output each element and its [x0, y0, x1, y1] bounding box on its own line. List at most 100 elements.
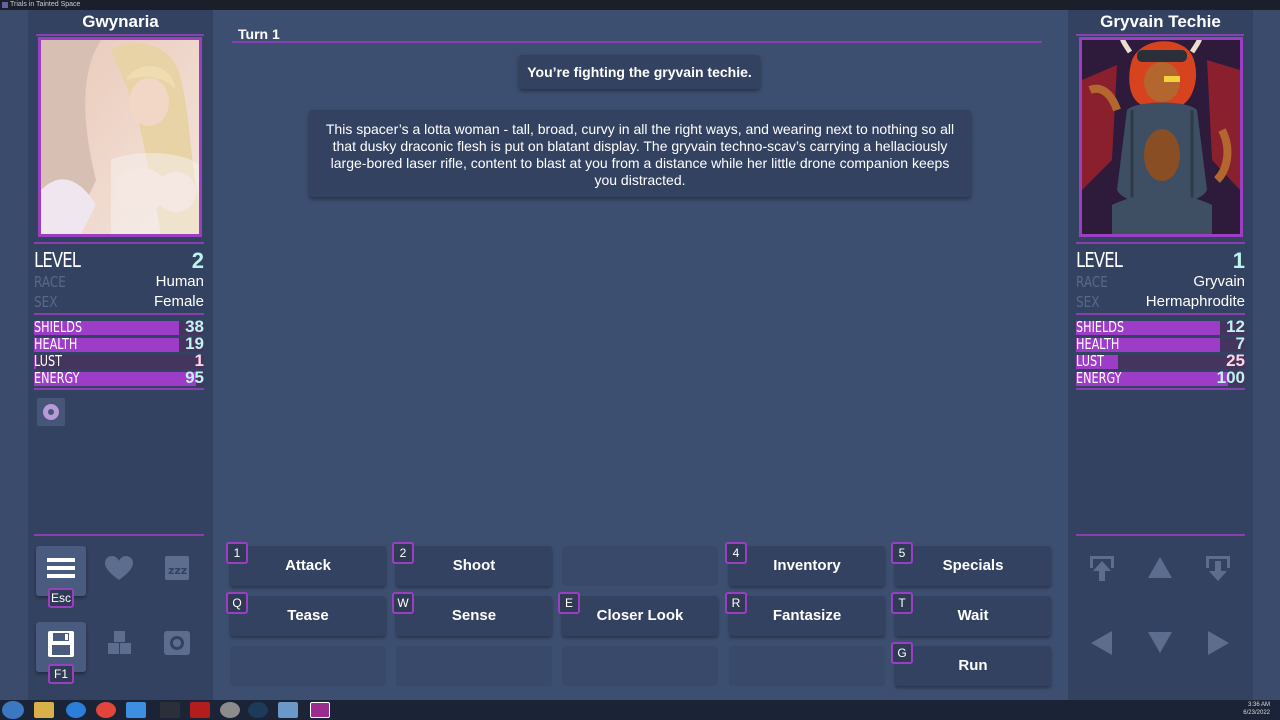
- flash-icon[interactable]: [190, 702, 210, 718]
- f1-hotkey: F1: [48, 664, 74, 684]
- descend-button[interactable]: [1193, 544, 1243, 594]
- turn-counter: Turn 1: [238, 26, 280, 42]
- status-effect-button[interactable]: [37, 398, 65, 426]
- hotkey-badge: W: [392, 592, 414, 614]
- action-button-closer-look[interactable]: Closer Look: [562, 596, 718, 636]
- action-button-tease[interactable]: Tease: [230, 596, 386, 636]
- player-shields-bar: SHIELDS 38: [34, 317, 204, 336]
- action-button-sense[interactable]: Sense: [396, 596, 552, 636]
- stat-value: 95: [185, 368, 204, 387]
- upload-arrow-icon: [1090, 556, 1114, 581]
- action-button-run[interactable]: Run: [895, 646, 1051, 686]
- start-button[interactable]: [2, 701, 24, 719]
- action-button-inventory[interactable]: Inventory: [729, 546, 885, 586]
- right-margin: [1253, 10, 1280, 700]
- player-sex: Female: [153, 293, 204, 310]
- hotkey-badge: G: [891, 642, 913, 664]
- enemy-energy-bar: ENERGY 100: [1076, 368, 1245, 387]
- divider: [1076, 534, 1245, 536]
- combat-headline: You’re fighting the gryvain techie.: [519, 55, 760, 89]
- download-arrow-icon: [1206, 556, 1230, 581]
- triangle-down-icon: [1148, 632, 1172, 653]
- folder-icon[interactable]: [34, 702, 54, 718]
- game-taskbar-icon[interactable]: [310, 702, 330, 718]
- move-east-button[interactable]: [1193, 618, 1243, 668]
- heart-icon: [105, 556, 133, 580]
- network-icon[interactable]: [278, 702, 298, 718]
- svg-text:zzz: zzz: [168, 564, 187, 577]
- enemy-panel: Gryvain Techie LEVEL 1 RACE Gryvain SEX …: [1068, 10, 1253, 700]
- appearance-button[interactable]: [94, 546, 144, 596]
- turn-divider: [232, 41, 1042, 43]
- chrome-icon[interactable]: [96, 702, 116, 718]
- stat-label: LUST: [1076, 352, 1104, 370]
- terminal-icon[interactable]: [160, 702, 180, 718]
- game-window: Trials in Tainted Space Gwynaria LEVEL 2…: [0, 0, 1280, 720]
- stat-label: LUST: [34, 352, 62, 370]
- player-energy-bar: ENERGY 95: [34, 368, 204, 387]
- ascend-button[interactable]: [1077, 544, 1127, 594]
- action-button-fantasize[interactable]: Fantasize: [729, 596, 885, 636]
- stat-label: HEALTH: [1076, 335, 1120, 353]
- enemy-race: Gryvain: [1193, 273, 1245, 290]
- race-label: RACE: [34, 273, 66, 291]
- enemy-description: This spacer’s a lotta woman - tall, broa…: [309, 110, 971, 197]
- triangle-up-icon: [1148, 557, 1172, 578]
- action-label: Shoot: [452, 557, 496, 574]
- move-west-button[interactable]: [1077, 618, 1127, 668]
- hotkey-badge: T: [891, 592, 913, 614]
- divider: [36, 34, 204, 36]
- clock-time: 3:36 AM: [1247, 702, 1270, 708]
- app-icon: [2, 2, 8, 8]
- race-label: RACE: [1076, 273, 1108, 291]
- move-south-button[interactable]: [1135, 618, 1185, 668]
- hotkey-badge: E: [558, 592, 580, 614]
- action-label: Closer Look: [596, 607, 684, 624]
- divider: [1076, 242, 1245, 244]
- move-north-button[interactable]: [1135, 544, 1185, 594]
- action-button-wait[interactable]: Wait: [895, 596, 1051, 636]
- level-label: LEVEL: [1076, 248, 1123, 272]
- action-label: Specials: [942, 557, 1004, 574]
- system-clock: 3:36 AM 6/23/2022: [1243, 701, 1270, 717]
- tool-icon[interactable]: [220, 702, 240, 718]
- window-titlebar: Trials in Tainted Space: [0, 0, 1280, 10]
- enemy-portrait[interactable]: [1079, 37, 1243, 237]
- stat-label: HEALTH: [34, 335, 78, 353]
- player-sex-row: SEX Female: [34, 293, 204, 311]
- action-button-shoot[interactable]: Shoot: [396, 546, 552, 586]
- steam-icon[interactable]: [248, 702, 268, 718]
- ie-icon[interactable]: [66, 702, 86, 718]
- os-taskbar: 3:36 AM 6/23/2022: [0, 700, 1280, 720]
- stat-label: ENERGY: [1076, 369, 1122, 387]
- sex-label: SEX: [1076, 293, 1100, 311]
- camera-button[interactable]: [152, 620, 202, 670]
- hotkey-badge: R: [725, 592, 747, 614]
- enemy-level-row: LEVEL 1: [1076, 248, 1245, 274]
- app-icon[interactable]: [126, 702, 146, 718]
- player-level-row: LEVEL 2: [34, 248, 204, 274]
- perks-button[interactable]: [94, 620, 144, 670]
- enemy-sex-row: SEX Hermaphrodite: [1076, 293, 1245, 311]
- divider: [1076, 313, 1245, 315]
- rest-button[interactable]: zzz: [152, 546, 202, 596]
- camera-icon: [164, 631, 190, 655]
- player-portrait[interactable]: [38, 37, 202, 237]
- hotkey-badge: Q: [226, 592, 248, 614]
- action-button-specials[interactable]: Specials: [895, 546, 1051, 586]
- player-portrait-image: [41, 40, 199, 234]
- window-title: Trials in Tainted Space: [10, 1, 81, 8]
- action-button-attack[interactable]: Attack: [230, 546, 386, 586]
- player-race-row: RACE Human: [34, 273, 204, 291]
- empty-action-slot: [230, 646, 386, 686]
- hotkey-badge: 1: [226, 542, 248, 564]
- enemy-portrait-image: [1082, 40, 1240, 234]
- empty-action-slot: [562, 646, 718, 686]
- stat-label: ENERGY: [34, 369, 80, 387]
- action-label: Attack: [285, 557, 331, 574]
- action-label: Inventory: [773, 557, 841, 574]
- clock-date: 6/23/2022: [1243, 710, 1270, 716]
- esc-hotkey: Esc: [48, 588, 74, 608]
- triangle-left-icon: [1091, 631, 1112, 655]
- player-race: Human: [155, 273, 204, 290]
